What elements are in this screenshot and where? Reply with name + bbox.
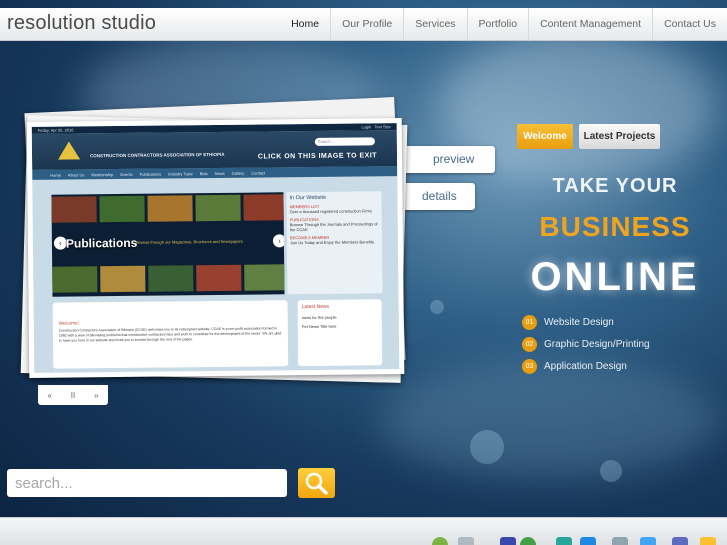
search-icon	[305, 472, 328, 495]
recycle-icon[interactable]	[432, 537, 448, 545]
nav-item-portfolio[interactable]: Portfolio	[466, 8, 529, 41]
welcome-title: Welcome!	[58, 320, 79, 326]
website-screenshot[interactable]: Friday, Apr 25, 2016 Login Text Size CON…	[31, 123, 400, 373]
association-logo-icon	[57, 141, 81, 160]
screenshot-banner: ‹ › Publications Browse through our Maga…	[51, 192, 285, 297]
sidebar-text: Join Us Today and Enjoy the Members Bene…	[289, 239, 374, 246]
grid-icon[interactable]	[500, 537, 516, 545]
box-icon[interactable]	[612, 537, 628, 545]
prev-icon[interactable]: «	[47, 391, 51, 400]
preview-button[interactable]: preview	[400, 146, 495, 173]
promo-line-2: BUSINESS	[539, 211, 691, 242]
banner-next-icon: ›	[272, 234, 285, 248]
main-nav: Home Our Profile Services Portfolio Cont…	[280, 8, 727, 41]
promo-line-1: TAKE YOUR	[552, 175, 678, 197]
nav-item-services[interactable]: Services	[403, 8, 466, 41]
promo-line-3: ONLINE	[530, 255, 700, 299]
preview-card[interactable]: Friday, Apr 25, 2016 Login Text Size CON…	[26, 118, 405, 378]
banner-tile	[100, 265, 146, 293]
service-label: Website Design	[544, 317, 614, 328]
service-label: Graphic Design/Printing	[544, 339, 650, 350]
nav-item-content-management[interactable]: Content Management	[528, 8, 652, 41]
screenshot-nav-item: Contact	[251, 169, 266, 176]
gear-icon[interactable]	[458, 537, 474, 545]
screenshot-nav-item: Publications	[139, 171, 162, 177]
banner-tile	[244, 264, 285, 291]
screenshot-nav-item: Home	[50, 172, 61, 178]
nav-item-our-profile[interactable]: Our Profile	[330, 8, 403, 41]
next-icon[interactable]: »	[94, 391, 98, 400]
nav-item-home[interactable]: Home	[280, 8, 330, 41]
screenshot-nav-item: News	[214, 170, 225, 176]
service-item[interactable]: 03 Application Design	[522, 359, 627, 374]
service-item[interactable]: 02 Graphic Design/Printing	[522, 337, 650, 352]
banner-tile	[51, 196, 97, 223]
hand-icon[interactable]	[672, 537, 688, 545]
screenshot-sidebar: In Our Website MEMBERS LIST Over a thous…	[286, 191, 383, 295]
banner-tile	[99, 195, 145, 223]
banner-subtitle: Browse through our Magazines, Brochures …	[135, 238, 243, 245]
screenshot-date: Friday, Apr 25, 2016	[37, 127, 74, 133]
banner-tile	[195, 194, 241, 222]
banner-tile	[147, 195, 193, 222]
banner-tile	[196, 264, 242, 292]
pause-icon[interactable]: II	[71, 391, 75, 400]
leaf-icon[interactable]	[520, 537, 536, 545]
background-bokeh	[430, 300, 444, 314]
background-bokeh	[600, 460, 622, 482]
tab-welcome[interactable]: Welcome	[517, 124, 573, 149]
screenshot-org-name: CONSTRUCTION CONTRACTORS ASSOCIATION OF …	[90, 151, 225, 159]
banner-title: Publications	[65, 235, 138, 251]
service-item[interactable]: 01 Website Design	[522, 315, 614, 330]
screenshot-nav-item: Gallery	[231, 170, 245, 176]
screenshot-nav-item: Bids	[199, 170, 208, 176]
arrow-icon[interactable]	[700, 537, 716, 545]
screenshot-exit-hint: CLICK ON THIS IMAGE TO EXIT	[257, 152, 378, 161]
service-label: Application Design	[544, 361, 627, 372]
sidebar-title: In Our Website	[289, 194, 327, 202]
latest-news-item: news for the people	[301, 314, 337, 321]
nav-item-contact-us[interactable]: Contact Us	[652, 8, 727, 41]
service-number: 03	[522, 359, 537, 374]
service-number: 01	[522, 315, 537, 330]
background-cloud	[380, 360, 720, 480]
screenshot-latest-news: Latest News news for the people Pet News…	[297, 299, 383, 367]
screenshot-login: Login Text Size	[361, 124, 391, 130]
puzzle-icon[interactable]	[580, 537, 596, 545]
screenshot-nav-item: Membership	[91, 171, 114, 177]
banner-tile	[243, 194, 285, 221]
banner-tile	[148, 265, 194, 292]
slideshow-controls: « II »	[38, 385, 108, 405]
banner-tile	[52, 266, 98, 293]
sidebar-text: Browse Through the Journals and Proceedi…	[289, 221, 378, 233]
screenshot-welcome: Welcome! Construction Contractors Associ…	[52, 300, 289, 369]
site-footer	[0, 517, 727, 545]
screenshot-nav-item: About Us	[67, 171, 85, 178]
dots-icon[interactable]	[556, 537, 572, 545]
tab-latest-projects[interactable]: Latest Projects	[579, 124, 660, 149]
site-header: resolution studio Home Our Profile Servi…	[0, 8, 727, 41]
sidebar-text: Over a thousand registered construction …	[289, 208, 372, 215]
latest-news-item: Pet News Title here	[301, 323, 337, 330]
service-number: 02	[522, 337, 537, 352]
screenshot-nav-item: Events	[120, 171, 133, 177]
screenshot-nav-item: Industry Topic	[168, 170, 193, 176]
site-logo[interactable]: resolution studio	[7, 12, 156, 35]
details-button[interactable]: details	[400, 183, 475, 210]
screenshot-search: Search...	[314, 137, 375, 146]
screenshot-header: CONSTRUCTION CONTRACTORS ASSOCIATION OF …	[31, 130, 398, 170]
latest-news-title: Latest News	[301, 303, 330, 311]
welcome-text: Construction Contractors Association of …	[58, 326, 282, 343]
search-button[interactable]	[298, 468, 335, 498]
background-bokeh	[470, 430, 504, 464]
search-input[interactable]	[7, 469, 287, 497]
